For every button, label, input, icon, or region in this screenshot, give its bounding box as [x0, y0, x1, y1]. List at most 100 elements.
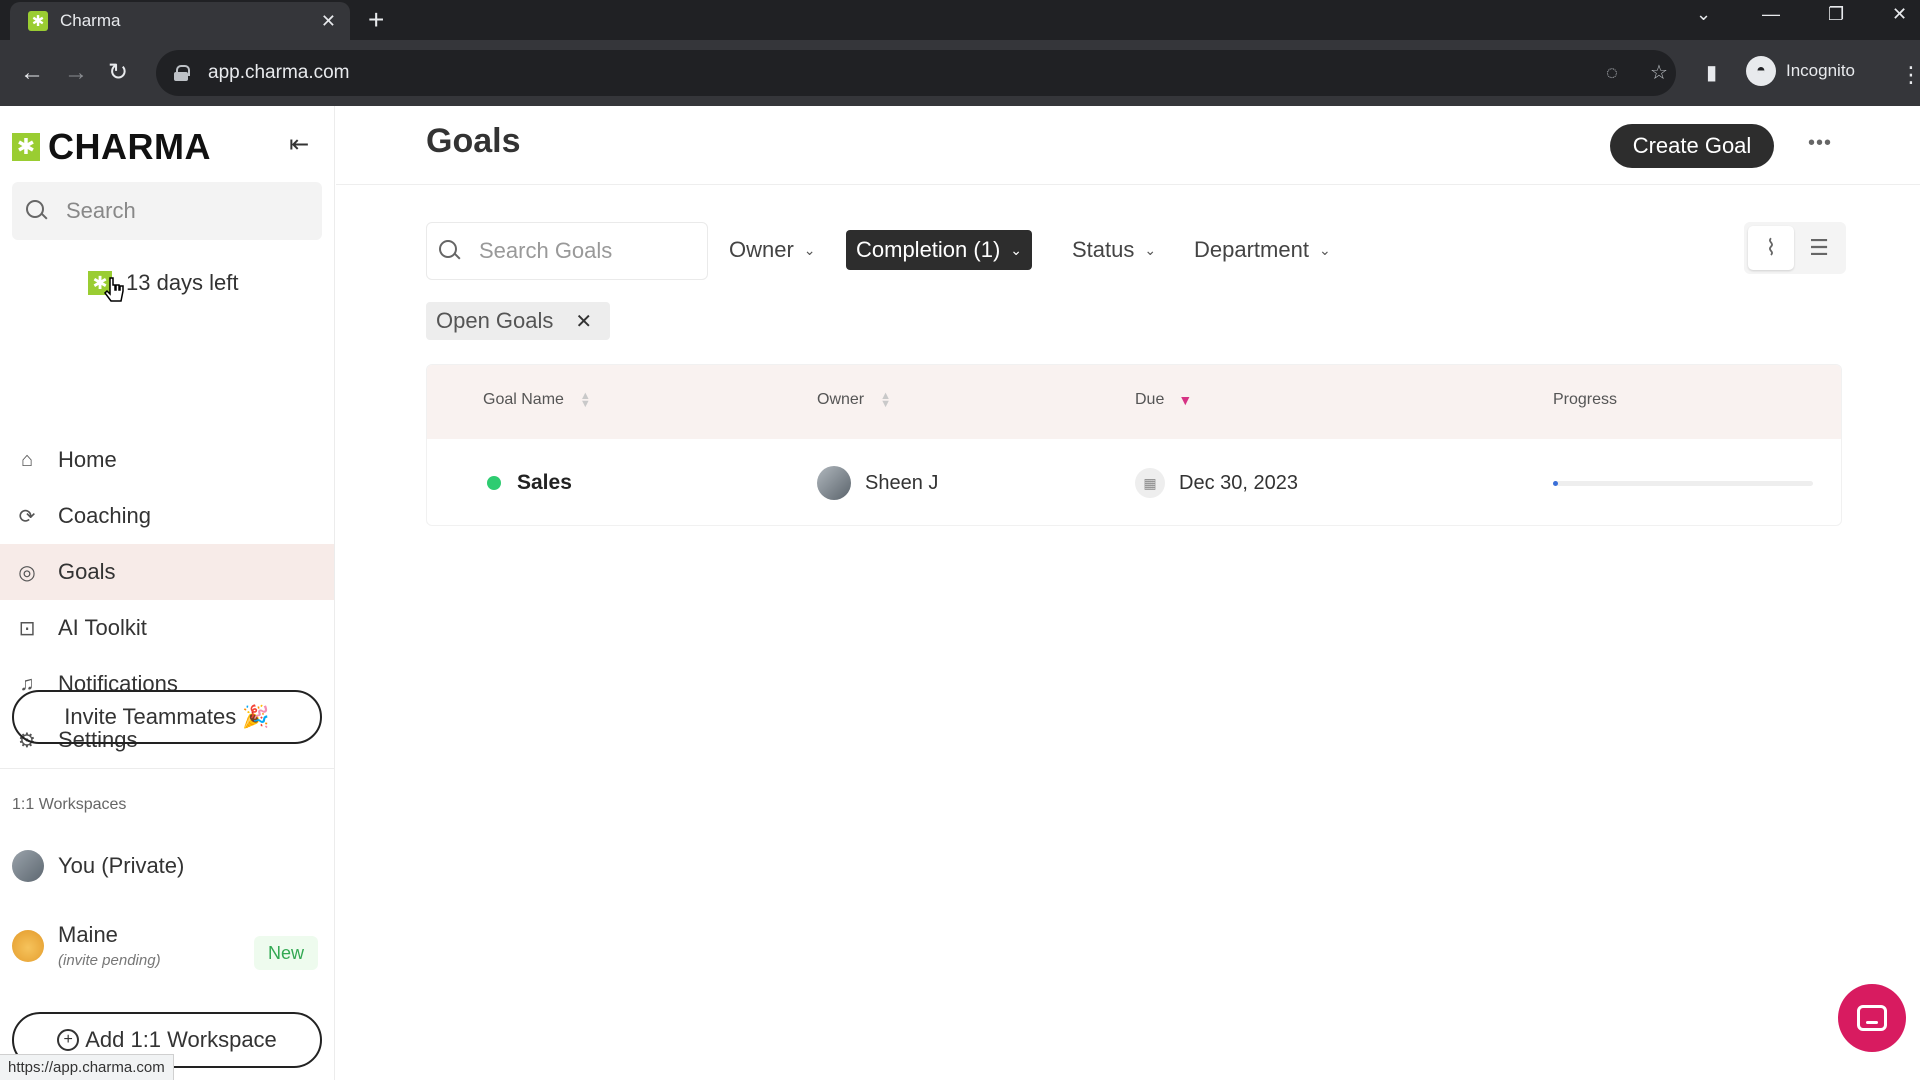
- browser-menu-icon[interactable]: ⋮: [1900, 62, 1920, 88]
- column-label: Goal Name: [483, 391, 564, 408]
- open-goals-chip: Open Goals ✕: [426, 302, 611, 340]
- logo-text: CHARMA: [48, 126, 211, 167]
- chevron-down-icon: ⌄: [1010, 241, 1023, 258]
- sidebar-item-label: Home: [58, 447, 117, 472]
- filter-label: Completion (1): [856, 237, 1001, 262]
- plus-circle-icon: +: [57, 1029, 80, 1051]
- goal-name-cell[interactable]: Sales: [487, 439, 572, 525]
- chip-label: Open Goals: [436, 308, 554, 333]
- sidebar-divider: [0, 768, 334, 769]
- tab-title: Charma: [60, 11, 121, 30]
- column-progress: Progress: [1553, 391, 1617, 409]
- sidebar-item-label: Goals: [58, 559, 116, 584]
- robot-icon: ⊡: [18, 617, 36, 640]
- incognito-profile[interactable]: ◓ Incognito: [1746, 56, 1855, 86]
- reload-icon[interactable]: ↻: [108, 58, 128, 88]
- completion-filter[interactable]: Completion (1) ⌄: [846, 230, 1033, 270]
- avatar: [12, 850, 44, 882]
- sidebar-item-home[interactable]: ⌂ Home: [0, 432, 334, 488]
- filter-label: Department: [1194, 237, 1309, 262]
- coaching-icon: ⟳: [18, 505, 36, 528]
- list-view-icon[interactable]: ☰: [1796, 226, 1842, 270]
- sidebar-search-placeholder: Search: [66, 198, 136, 223]
- url-text: app.charma.com: [208, 62, 350, 83]
- progress-bar: [1553, 481, 1813, 486]
- owner-cell: Sheen J: [817, 439, 939, 525]
- column-due[interactable]: Due ▼: [1135, 391, 1192, 409]
- star-icon[interactable]: ☆: [1650, 60, 1668, 85]
- minimize-icon[interactable]: —: [1762, 4, 1780, 25]
- new-badge: New: [254, 936, 318, 970]
- workspace-name: Maine: [58, 922, 118, 947]
- eye-slash-icon[interactable]: ◌: [1606, 62, 1618, 85]
- column-label: Progress: [1553, 391, 1618, 408]
- main-content: Goals Create Goal ••• Search Goals Owner…: [336, 106, 1920, 1080]
- progress-fill: [1553, 481, 1559, 486]
- chat-icon: [1857, 1005, 1887, 1031]
- sort-icon: ▲ ▼: [579, 390, 591, 410]
- restore-icon[interactable]: ❐: [1828, 4, 1844, 25]
- due-date: Dec 30, 2023: [1179, 471, 1298, 494]
- profile-label: Incognito: [1786, 61, 1855, 80]
- sidebar: ✱ CHARMA ⇤ Search ✱ 13 days left ⌂ Home …: [0, 106, 335, 1080]
- department-filter[interactable]: Department ⌄: [1184, 230, 1341, 270]
- lock-icon: [174, 65, 190, 81]
- chat-support-button[interactable]: [1838, 984, 1906, 1052]
- workspace-subtitle: (invite pending): [58, 952, 161, 969]
- chevron-down-icon: ⌄: [803, 241, 816, 258]
- filter-label: Owner: [729, 237, 794, 262]
- workspace-name: You (Private): [58, 853, 185, 878]
- app: ✱ CHARMA ⇤ Search ✱ 13 days left ⌂ Home …: [0, 106, 1920, 1080]
- sort-icon: ▲ ▼: [880, 390, 892, 410]
- back-icon[interactable]: ←: [20, 58, 44, 88]
- tree-view-icon[interactable]: ⌇: [1748, 226, 1794, 270]
- charma-favicon-icon: ✱: [28, 11, 48, 31]
- page-title: Goals: [426, 122, 521, 160]
- address-bar[interactable]: app.charma.com: [156, 50, 1676, 96]
- sidebar-item-ai-toolkit[interactable]: ⊡ AI Toolkit: [0, 600, 334, 656]
- side-panel-icon[interactable]: ▮: [1706, 60, 1717, 85]
- column-label: Owner: [817, 391, 865, 408]
- tab-search-icon[interactable]: ⌄: [1696, 4, 1711, 25]
- more-options-icon[interactable]: •••: [1808, 132, 1832, 155]
- charma-logo[interactable]: ✱ CHARMA: [12, 126, 211, 168]
- invite-teammates-button[interactable]: Invite Teammates 🎉: [12, 690, 322, 744]
- search-icon: [439, 240, 461, 262]
- sidebar-item-label: AI Toolkit: [58, 615, 147, 640]
- forward-icon[interactable]: →: [64, 58, 88, 88]
- chevron-down-icon: ⌄: [1144, 241, 1157, 258]
- create-goal-button[interactable]: Create Goal: [1610, 124, 1774, 168]
- remove-filter-icon[interactable]: ✕: [575, 309, 592, 334]
- filter-label: Status: [1072, 237, 1135, 262]
- sidebar-search[interactable]: Search: [12, 182, 322, 240]
- tab-close-icon[interactable]: ✕: [321, 11, 336, 32]
- avatar: [817, 466, 851, 500]
- close-window-icon[interactable]: ✕: [1892, 4, 1907, 25]
- new-tab-button[interactable]: +: [368, 6, 384, 34]
- column-label: Due: [1135, 391, 1165, 408]
- trial-text: 13 days left: [126, 270, 239, 295]
- due-cell[interactable]: ▦ Dec 30, 2023: [1135, 439, 1298, 525]
- owner-filter[interactable]: Owner ⌄: [719, 230, 826, 270]
- goal-search-input[interactable]: Search Goals: [426, 222, 708, 280]
- calendar-icon: ▦: [1135, 468, 1165, 498]
- column-goal-name[interactable]: Goal Name ▲ ▼: [483, 390, 591, 410]
- search-icon: [26, 200, 48, 222]
- goal-search-placeholder: Search Goals: [479, 238, 613, 263]
- sidebar-item-coaching[interactable]: ⟳ Coaching: [0, 488, 334, 544]
- sort-desc-icon: ▼: [1178, 392, 1193, 408]
- workspace-item-maine[interactable]: Maine (invite pending): [12, 922, 161, 969]
- collapse-sidebar-icon[interactable]: ⇤: [289, 130, 309, 159]
- goals-table: Goal Name ▲ ▼ Owner ▲ ▼ Due ▼ Progress Sales: [426, 364, 1842, 526]
- browser-tab-bar: ✱ Charma ✕ + ⌄ — ❐ ✕: [0, 0, 1920, 40]
- sidebar-item-goals[interactable]: ◎ Goals: [0, 544, 334, 600]
- table-row[interactable]: Sales Sheen J ▦ Dec 30, 2023: [427, 439, 1841, 525]
- status-filter[interactable]: Status ⌄: [1062, 230, 1166, 270]
- target-icon: ◎: [18, 561, 36, 584]
- workspace-item-private[interactable]: You (Private): [12, 850, 184, 882]
- browser-tab[interactable]: ✱ Charma ✕: [10, 2, 350, 40]
- owner-name: Sheen J: [865, 471, 939, 494]
- column-owner[interactable]: Owner ▲ ▼: [817, 390, 892, 410]
- sidebar-item-label: Coaching: [58, 503, 151, 528]
- incognito-icon: ◓: [1746, 56, 1776, 86]
